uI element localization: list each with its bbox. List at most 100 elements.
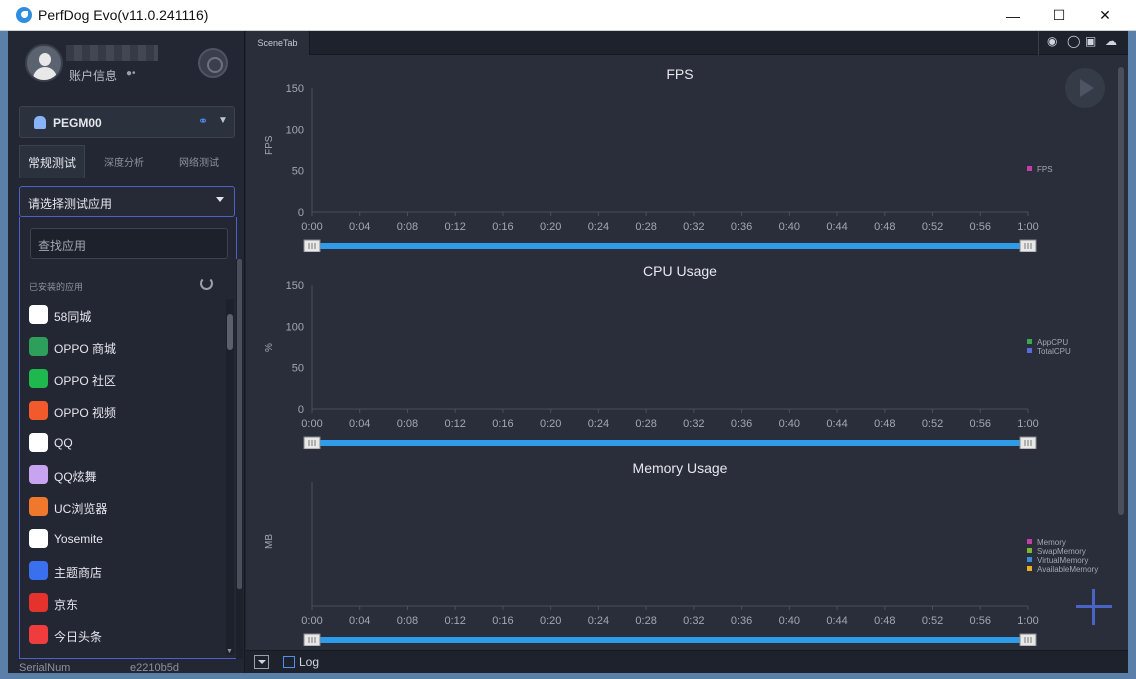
time-range-slider	[312, 243, 1028, 249]
toutiao-icon	[29, 625, 48, 644]
y-tick-label: 150	[286, 83, 304, 95]
y-tick-label: 50	[292, 166, 304, 178]
app-label: 今日头条	[54, 630, 103, 644]
x-tick-label: 0:48	[874, 221, 895, 233]
chevron-down-icon[interactable]: ▼	[218, 115, 228, 126]
device-select[interactable]: PEGM00 ⚭ ▼	[19, 106, 235, 138]
close-button[interactable]: ✕	[1082, 0, 1128, 31]
app-search-input[interactable]: 查找应用	[30, 228, 228, 259]
account-info-label[interactable]: 账户信息	[69, 67, 117, 84]
x-tick-label: 0:04	[349, 221, 370, 233]
x-tick-label: 0:40	[779, 418, 800, 430]
x-tick-label: 0:00	[301, 615, 322, 627]
app-body: 账户信息 ●• PEGM00 ⚭ ▼ 常规测试 深度分析 网络测试 请选择测试应…	[8, 31, 1128, 673]
tab-regular-test[interactable]: 常规测试	[19, 145, 85, 178]
y-tick-label: 100	[286, 321, 304, 333]
oppo-video-icon	[29, 401, 48, 420]
app-list-item[interactable]: UC浏览器	[20, 491, 225, 523]
tab-deep-analysis[interactable]: 深度分析	[89, 145, 159, 178]
window-title: PerfDog Evo(v11.0.241116)	[38, 7, 209, 23]
x-tick-label: 0:08	[397, 221, 418, 233]
app-label: Yosemite	[54, 532, 103, 546]
x-tick-label: 0:36	[731, 221, 752, 233]
x-tick-label: 0:08	[397, 615, 418, 627]
dropdown-scrollbar[interactable]: ▼	[226, 299, 234, 655]
sidebar-scroll-thumb[interactable]	[237, 259, 242, 589]
x-tick-label: 0:52	[922, 221, 943, 233]
x-tick-label: 0:52	[922, 418, 943, 430]
serial-key: SerialNum	[19, 662, 71, 673]
main-panel: SceneTab ◉ ◯ ▣ ☁ FPS FPS 150 100 50 0 0:00 0:04…	[246, 31, 1128, 673]
legend-swatch	[1027, 339, 1032, 344]
tab-scene[interactable]: SceneTab	[246, 31, 310, 55]
bottom-bar: Log	[246, 650, 1128, 673]
app-label: OPPO 视频	[54, 406, 117, 420]
x-tick-label: 0:12	[444, 221, 465, 233]
app-label: UC浏览器	[54, 502, 108, 516]
main-scrollbar[interactable]	[1114, 55, 1128, 650]
yosemite-icon	[29, 529, 48, 548]
sidebar-scrollbar[interactable]	[236, 259, 243, 659]
log-label: Log	[299, 655, 320, 669]
main-scroll-thumb[interactable]	[1118, 67, 1124, 515]
add-chart-button[interactable]	[1076, 589, 1112, 625]
x-tick-label: 0:04	[349, 615, 370, 627]
maximize-button[interactable]: ☐	[1036, 0, 1082, 31]
app-list-item[interactable]: Yosemite	[20, 523, 225, 555]
app-list: 58同城 OPPO 商城 OPPO 社区 OPPO 视频 QQ QQ炫舞 UC浏览器 Yose…	[20, 299, 225, 651]
username-redacted	[66, 45, 158, 61]
legend-label: TotalCPU	[1037, 347, 1071, 356]
app-list-item[interactable]: QQ	[20, 427, 225, 459]
legend-swatch	[1027, 566, 1032, 571]
legend-label: AvailableMemory	[1037, 565, 1098, 574]
record-stop-button[interactable]	[198, 48, 228, 78]
app-list-item[interactable]: 京东	[20, 587, 225, 619]
location-pin-icon[interactable]: ◉	[1047, 34, 1057, 48]
dropdown-scroll-thumb[interactable]	[227, 314, 233, 350]
minimize-button[interactable]: —	[990, 0, 1036, 31]
app-dropdown: 查找应用 已安装的应用 58同城 OPPO 商城 OPPO 社区 OPPO 视频 QQ Q…	[19, 217, 237, 659]
tab-network-test[interactable]: 网络测试	[164, 145, 234, 178]
scroll-down-icon[interactable]: ▼	[226, 648, 233, 655]
app-select[interactable]: 请选择测试应用	[19, 186, 235, 217]
refresh-icon[interactable]	[200, 277, 213, 290]
x-tick-label: 0:24	[588, 221, 609, 233]
device-name: PEGM00	[53, 116, 102, 130]
folder-icon[interactable]: ▣	[1085, 34, 1096, 48]
collapse-toggle-button[interactable]	[254, 655, 269, 669]
legend-label: AppCPU	[1037, 338, 1068, 347]
time-range-slider	[312, 440, 1028, 446]
marker-icon[interactable]: ◯	[1067, 34, 1080, 48]
app-list-item[interactable]: OPPO 视频	[20, 395, 225, 427]
log-checkbox[interactable]	[283, 656, 295, 668]
cloud-icon[interactable]: ☁	[1105, 34, 1117, 48]
time-range-slider	[312, 637, 1028, 643]
x-tick-label: 0:00	[301, 221, 322, 233]
app-label: 主题商店	[54, 566, 103, 580]
play-icon[interactable]	[1065, 68, 1105, 108]
app-list-item[interactable]: 主题商店	[20, 555, 225, 587]
app-list-item[interactable]: OPPO 社区	[20, 363, 225, 395]
y-tick-label: 0	[298, 207, 304, 219]
chart-0: 150 100 50 0 0:00 0:04 0:08 0:12 0:16 0:20 0:24 0:2…	[286, 83, 1053, 252]
user-settings-icon[interactable]: ●•	[126, 68, 136, 79]
app-window: PerfDog Evo(v11.0.241116) — ☐ ✕ 账户信息 ●• …	[0, 0, 1136, 679]
x-tick-label: 0:56	[970, 615, 991, 627]
serial-value: e2210b5d	[130, 662, 179, 673]
x-tick-label: 0:08	[397, 418, 418, 430]
test-mode-tabs: 常规测试 深度分析 网络测试	[19, 145, 235, 178]
app-list-item[interactable]: OPPO 商城	[20, 331, 225, 363]
app-list-item[interactable]: 今日头条	[20, 619, 225, 651]
app-list-item[interactable]: 58同城	[20, 299, 225, 331]
link-icon[interactable]: ⚭	[198, 114, 208, 128]
y-tick-label: 100	[286, 124, 304, 136]
avatar[interactable]	[25, 44, 63, 82]
sidebar: 账户信息 ●• PEGM00 ⚭ ▼ 常规测试 深度分析 网络测试 请选择测试应…	[8, 31, 245, 673]
jd-icon	[29, 593, 48, 612]
legend-label: VirtualMemory	[1037, 556, 1088, 565]
x-tick-label: 0:12	[444, 418, 465, 430]
app-list-item[interactable]: QQ炫舞	[20, 459, 225, 491]
android-icon	[34, 116, 46, 129]
serial-row: SerialNum e2210b5d	[8, 659, 245, 673]
qq-dance-icon	[29, 465, 48, 484]
